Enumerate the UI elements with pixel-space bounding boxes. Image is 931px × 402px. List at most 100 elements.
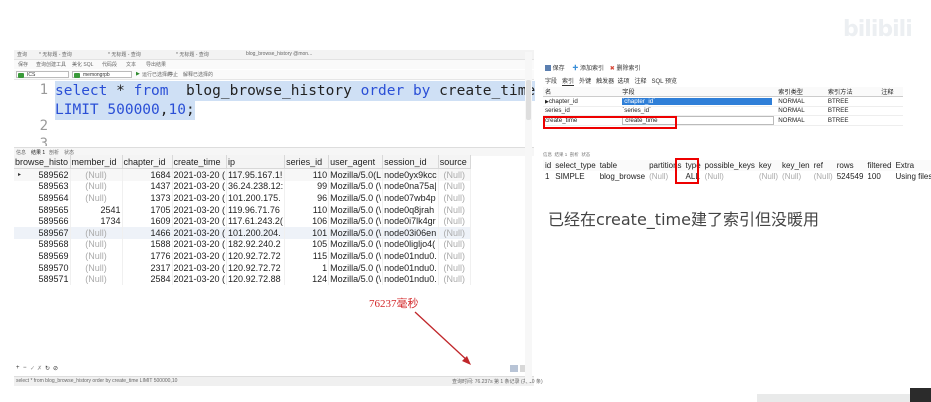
index-comment[interactable] (879, 106, 903, 117)
cell-user-agent[interactable]: Mozilla/5.0 (\ (328, 192, 384, 204)
explain-key[interactable]: (Null) (757, 171, 780, 182)
cell-ip[interactable]: 101.200.175. (226, 192, 286, 204)
column-header[interactable]: filtered (865, 160, 894, 171)
cell-chapter-id[interactable]: 1437 (122, 180, 173, 193)
cell-member-id[interactable]: (Null) (70, 261, 123, 274)
cell-chapter-id[interactable]: 1588 (122, 238, 173, 251)
column-header[interactable]: 名 (543, 87, 621, 97)
delete-index-icon[interactable]: ✖ (610, 66, 615, 72)
cell-member-id[interactable]: (Null) (70, 168, 123, 181)
explain-key-len[interactable]: (Null) (780, 171, 812, 182)
cell-series-id[interactable]: 110 (284, 168, 330, 181)
stop-button[interactable]: 停止 (168, 71, 178, 78)
column-header[interactable]: key (756, 160, 781, 171)
cell-member-id[interactable]: 1734 (70, 215, 123, 227)
index-comment[interactable] (879, 115, 903, 127)
table-row[interactable]: 589570 (Null) 2317 2021-03-20 (120.92.72.72… (14, 261, 471, 274)
tab-query-3[interactable]: * 无标题 - 查询 (176, 51, 209, 58)
cell-user-agent[interactable]: Mozilla/5.0(L (328, 168, 384, 181)
cell-source[interactable]: (Null) (438, 273, 471, 285)
sql-editor[interactable]: 1 2 3 select * from blog_browse_history … (14, 80, 536, 146)
run-icon[interactable]: ▶ (136, 71, 140, 78)
cell-create-time[interactable]: 2021-03-20 ( (172, 180, 228, 193)
cell-browse-history-id[interactable]: 589569 (14, 250, 71, 262)
column-header[interactable]: id (543, 160, 554, 171)
query-builder-button[interactable]: 查询创建工具 (36, 61, 66, 68)
column-header[interactable]: ip (226, 155, 286, 169)
cell-member-id[interactable]: (Null) (70, 250, 123, 262)
tab-fields[interactable]: 字段 (545, 79, 557, 85)
column-header[interactable]: create_time (172, 155, 228, 169)
index-method[interactable]: BTREE (825, 115, 880, 127)
cell-chapter-id[interactable]: 2317 (122, 261, 173, 274)
cell-user-agent[interactable]: Mozilla/5.0 (\ (328, 180, 384, 193)
cell-create-time[interactable]: 2021-03-20 ( (172, 192, 228, 204)
index-comment[interactable] (879, 96, 903, 107)
table-row[interactable]: 589568 (Null) 1588 2021-03-20 (182.92.240.2… (14, 238, 471, 251)
export-results-button[interactable]: 导出结果 (146, 61, 166, 68)
column-header[interactable]: select_type (553, 160, 598, 171)
tab-table-blog-browse-history[interactable]: blog_browse_history @mon... (246, 51, 312, 58)
cell-member-id[interactable]: (Null) (70, 226, 123, 239)
cell-source[interactable]: (Null) (438, 250, 471, 262)
grid-view-icon[interactable] (510, 365, 518, 372)
cell-create-time[interactable]: 2021-03-20 ( (172, 238, 228, 251)
cell-chapter-id[interactable]: 1373 (122, 192, 173, 204)
column-header[interactable]: 注释 (879, 87, 903, 97)
cell-session-id[interactable]: node0na75a| (382, 180, 439, 193)
explain-table[interactable]: blog_browse (598, 171, 647, 182)
column-header[interactable]: browse_histo (14, 155, 71, 169)
cell-browse-history-id[interactable]: 589566 (14, 215, 71, 227)
column-header[interactable]: table (597, 160, 648, 171)
beautify-sql-button[interactable]: 美化 SQL (72, 61, 93, 68)
column-header[interactable]: 索引类型 (776, 87, 826, 97)
tab-indexes[interactable]: 索引 (562, 79, 575, 86)
index-type[interactable]: NORMAL (776, 115, 826, 127)
cell-member-id[interactable]: (Null) (70, 273, 123, 285)
cell-series-id[interactable]: 105 (284, 238, 330, 251)
cell-series-id[interactable]: 115 (284, 250, 330, 262)
cell-series-id[interactable]: 106 (284, 215, 330, 227)
cell-create-time[interactable]: 2021-03-20 ( (172, 168, 228, 181)
cell-user-agent[interactable]: Mozilla/5.0 (\ (328, 203, 384, 216)
cell-source[interactable]: (Null) (438, 168, 471, 181)
explain-rows[interactable]: 524549 (835, 171, 866, 182)
table-row[interactable]: 589569 (Null) 1776 2021-03-20 (120.92.72.72… (14, 250, 471, 262)
explain-select-type[interactable]: SIMPLE (553, 171, 597, 182)
cell-source[interactable]: (Null) (438, 261, 471, 274)
cell-source[interactable]: (Null) (438, 215, 471, 227)
cell-create-time[interactable]: 2021-03-20 ( (172, 273, 228, 285)
result-grid[interactable]: browse_histo member_id chapter_id create… (14, 155, 534, 285)
cell-chapter-id[interactable]: 1705 (122, 203, 173, 216)
cell-session-id[interactable]: node01ndu0. (382, 273, 439, 285)
cell-browse-history-id[interactable]: 589562 (14, 168, 71, 181)
table-row[interactable]: 589566 1734 1609 2021-03-20 (117.61.243.2(1… (14, 215, 471, 227)
cell-user-agent[interactable]: Mozilla/5.0 (\ (328, 250, 384, 262)
connection-select[interactable]: ICS (16, 71, 69, 78)
explain-row[interactable]: 1 SIMPLE blog_browse (Null) ALL (Null) (… (543, 171, 931, 182)
column-header[interactable]: 索引方法 (825, 87, 880, 97)
database-select[interactable]: memongrpb (72, 71, 132, 78)
tab-query-2[interactable]: * 无标题 - 查询 (108, 51, 141, 58)
tab-info[interactable]: 信息 (543, 152, 552, 157)
table-row[interactable]: 589567 (Null) 1466 2021-03-20 (101.200.204.… (14, 226, 471, 239)
cell-source[interactable]: (Null) (438, 192, 471, 204)
column-header[interactable]: session_id (382, 155, 439, 169)
column-header[interactable]: series_id (284, 155, 330, 169)
cell-ip[interactable]: 119.96.71.76 (226, 203, 286, 216)
cell-series-id[interactable]: 1 (284, 261, 330, 274)
cell-series-id[interactable]: 101 (284, 226, 330, 239)
tab-profile[interactable]: 剖析 (570, 152, 579, 157)
cell-create-time[interactable]: 2021-03-20 ( (172, 226, 228, 239)
tab-options[interactable]: 选项 (617, 79, 629, 85)
save-index-button[interactable]: 保存 (553, 66, 565, 72)
save-button[interactable]: 保存 (18, 61, 28, 68)
cell-session-id[interactable]: node01ndu0. (382, 261, 439, 274)
cell-user-agent[interactable]: Mozilla/5.0 (\ (328, 215, 384, 227)
index-type[interactable]: NORMAL (776, 106, 826, 117)
apply-icon[interactable]: ✓ (30, 365, 35, 372)
index-method[interactable]: BTREE (825, 106, 880, 117)
explain-selected-button[interactable]: 解释已选择的 (183, 71, 213, 78)
cell-create-time[interactable]: 2021-03-20 ( (172, 215, 228, 227)
index-name[interactable]: series_id (543, 106, 621, 117)
